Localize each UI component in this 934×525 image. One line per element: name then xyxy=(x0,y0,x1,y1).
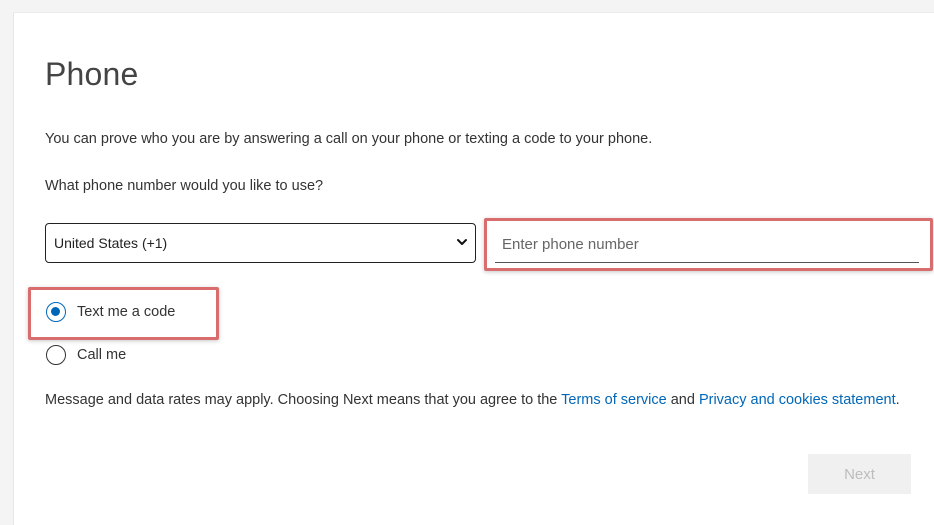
next-button[interactable]: Next xyxy=(808,454,911,494)
chevron-down-icon xyxy=(457,239,467,245)
radio-option-text-me-a-code[interactable]: Text me a code xyxy=(46,302,175,322)
disclaimer-middle: and xyxy=(666,392,699,408)
radio-label-call-me: Call me xyxy=(77,347,127,363)
intro-text: You can prove who you are by answering a… xyxy=(45,131,653,147)
phone-input-highlight xyxy=(484,218,933,271)
page-title: Phone xyxy=(45,56,139,92)
radio-button-selected[interactable] xyxy=(46,302,66,322)
disclaimer-text: Message and data rates may apply. Choosi… xyxy=(45,388,915,413)
phone-question-text: What phone number would you like to use? xyxy=(45,178,324,194)
radio-button-unselected[interactable] xyxy=(46,345,66,365)
disclaimer-prefix: Message and data rates may apply. Choosi… xyxy=(45,392,562,408)
privacy-statement-link[interactable]: Privacy and cookies statement xyxy=(699,392,896,408)
disclaimer-suffix: . xyxy=(895,392,900,408)
radio-label-text-me-a-code: Text me a code xyxy=(77,304,176,320)
country-code-select[interactable]: United States (+1) xyxy=(45,223,476,263)
radio-option-call-me[interactable]: Call me xyxy=(46,345,126,365)
country-code-selected-value: United States (+1) xyxy=(54,235,168,251)
terms-of-service-link[interactable]: Terms of service xyxy=(561,392,667,408)
